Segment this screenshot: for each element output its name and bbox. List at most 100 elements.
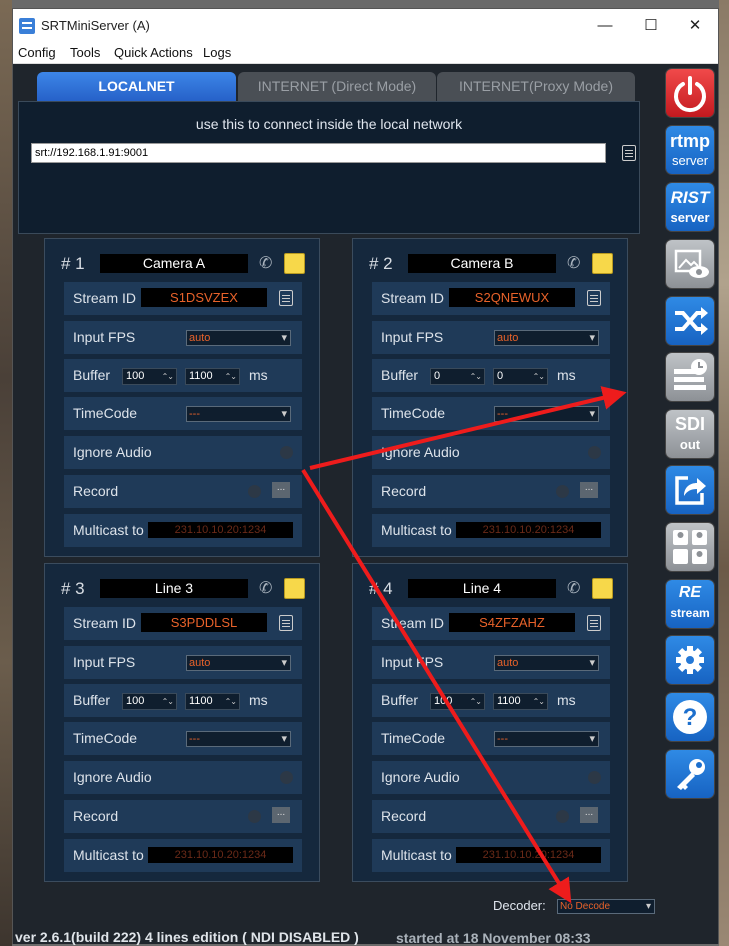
- timecode-select[interactable]: ---: [494, 731, 599, 747]
- power-button[interactable]: [666, 69, 714, 117]
- buffer-min-spinner[interactable]: 100: [122, 693, 177, 710]
- stream-id-value: S2QNEWUX: [449, 288, 575, 307]
- buffer-min-spinner[interactable]: 100: [430, 693, 485, 710]
- copy-icon[interactable]: [279, 290, 293, 306]
- sdi-out-button[interactable]: SDI out: [666, 410, 714, 458]
- input-fps-select[interactable]: auto: [186, 330, 291, 346]
- close-button[interactable]: ✕: [675, 13, 715, 39]
- record-toggle[interactable]: [556, 485, 569, 498]
- menu-quick-actions[interactable]: Quick Actions: [114, 45, 193, 60]
- record-browse-button[interactable]: ...: [272, 482, 290, 498]
- buffer-max-spinner[interactable]: 1100: [185, 368, 240, 385]
- preview-button[interactable]: [666, 240, 714, 288]
- rist-server-button[interactable]: RIST server: [666, 183, 714, 231]
- copy-icon[interactable]: [587, 290, 601, 306]
- rist-sub-label: server: [670, 210, 710, 225]
- decoder-label: Decoder:: [493, 898, 546, 913]
- buffer-row: Buffer 00 ms: [372, 359, 610, 392]
- record-browse-button[interactable]: ...: [272, 807, 290, 823]
- phone-icon[interactable]: ✆: [259, 578, 272, 598]
- phone-icon[interactable]: ✆: [259, 253, 272, 273]
- tab-localnet[interactable]: LOCALNET: [37, 72, 236, 101]
- menu-logs[interactable]: Logs: [203, 45, 231, 60]
- record-browse-button[interactable]: ...: [580, 807, 598, 823]
- record-toggle[interactable]: [556, 810, 569, 823]
- status-indicator[interactable]: [284, 253, 305, 274]
- line-name[interactable]: Camera A: [100, 254, 248, 273]
- stream-id-label: Stream ID: [381, 290, 445, 306]
- title-bar: SRTMiniServer (A) — ☐ ✕: [13, 9, 718, 42]
- timecode-row: TimeCode ---: [372, 397, 610, 430]
- ignore-audio-toggle[interactable]: [588, 446, 601, 459]
- timecode-select[interactable]: ---: [186, 406, 291, 422]
- help-button[interactable]: ?: [666, 693, 714, 741]
- menu-tools[interactable]: Tools: [70, 45, 100, 60]
- input-fps-select[interactable]: auto: [186, 655, 291, 671]
- multicast-field[interactable]: 231.10.10.20:1234: [148, 847, 293, 863]
- buffer-row: Buffer 100 1100 ms: [64, 359, 302, 392]
- ms-label: ms: [249, 692, 268, 708]
- line-number: # 3: [61, 579, 85, 598]
- buffer-max-spinner[interactable]: 1100: [185, 693, 240, 710]
- decoder-select[interactable]: No Decode: [557, 899, 655, 914]
- input-fps-select[interactable]: auto: [494, 330, 599, 346]
- ignore-audio-toggle[interactable]: [588, 771, 601, 784]
- multicast-row: Multicast to 231.10.10.20:1234: [64, 514, 302, 547]
- timecode-row: TimeCode ---: [64, 722, 302, 755]
- scheduler-button[interactable]: [666, 353, 714, 401]
- record-row: Record...: [372, 475, 610, 508]
- line-name[interactable]: Line 4: [408, 579, 556, 598]
- rtmp-server-button[interactable]: rtmp server: [666, 126, 714, 174]
- srt-url-field[interactable]: srt://192.168.1.91:9001: [31, 143, 606, 163]
- tab-internet-direct[interactable]: INTERNET (Direct Mode): [238, 72, 436, 101]
- ignore-audio-toggle[interactable]: [280, 771, 293, 784]
- record-browse-button[interactable]: ...: [580, 482, 598, 498]
- maximize-button[interactable]: ☐: [631, 13, 671, 39]
- rtmp-label: rtmp: [670, 131, 710, 151]
- timecode-select[interactable]: ---: [186, 731, 291, 747]
- copy-icon[interactable]: [622, 145, 636, 161]
- ignore-audio-row: Ignore Audio: [372, 761, 610, 794]
- tab-internet-proxy[interactable]: INTERNET(Proxy Mode): [437, 72, 635, 101]
- ignore-audio-row: Ignore Audio: [372, 436, 610, 469]
- input-fps-select[interactable]: auto: [494, 655, 599, 671]
- settings-button[interactable]: [666, 636, 714, 684]
- input-fps-label: Input FPS: [381, 329, 444, 345]
- buffer-min-spinner[interactable]: 100: [122, 368, 177, 385]
- buffer-row: Buffer 100 1100 ms: [372, 684, 610, 717]
- phone-icon[interactable]: ✆: [567, 253, 580, 273]
- multicast-field[interactable]: 231.10.10.20:1234: [148, 522, 293, 538]
- buffer-max-spinner[interactable]: 1100: [493, 693, 548, 710]
- stream-id-value: S3PDDLSL: [141, 613, 267, 632]
- phone-icon[interactable]: ✆: [567, 578, 580, 598]
- copy-icon[interactable]: [279, 615, 293, 631]
- buffer-max-spinner[interactable]: 0: [493, 368, 548, 385]
- switcher-button[interactable]: [666, 297, 714, 345]
- status-indicator[interactable]: [284, 578, 305, 599]
- restream-button[interactable]: RE stream: [666, 580, 714, 628]
- license-button[interactable]: [666, 750, 714, 798]
- ms-label: ms: [557, 367, 576, 383]
- desktop-background-left: [0, 0, 12, 946]
- ignore-audio-toggle[interactable]: [280, 446, 293, 459]
- line-name[interactable]: Line 3: [100, 579, 248, 598]
- timecode-row: TimeCode ---: [372, 722, 610, 755]
- multicast-field[interactable]: 231.10.10.20:1234: [456, 522, 601, 538]
- multiview-button[interactable]: [666, 523, 714, 571]
- app-window: SRTMiniServer (A) — ☐ ✕ Config Tools Qui…: [12, 8, 719, 946]
- line-name[interactable]: Camera B: [408, 254, 556, 273]
- copy-icon[interactable]: [587, 615, 601, 631]
- record-toggle[interactable]: [248, 485, 261, 498]
- multicast-field[interactable]: 231.10.10.20:1234: [456, 847, 601, 863]
- minimize-button[interactable]: —: [585, 13, 625, 39]
- timecode-select[interactable]: ---: [494, 406, 599, 422]
- status-indicator[interactable]: [592, 253, 613, 274]
- share-button[interactable]: [666, 466, 714, 514]
- record-toggle[interactable]: [248, 810, 261, 823]
- input-fps-row: Input FPS auto: [372, 646, 610, 679]
- menu-config[interactable]: Config: [18, 45, 56, 60]
- status-indicator[interactable]: [592, 578, 613, 599]
- buffer-min-spinner[interactable]: 0: [430, 368, 485, 385]
- shuffle-icon: [675, 307, 708, 335]
- buffer-label: Buffer: [381, 692, 419, 708]
